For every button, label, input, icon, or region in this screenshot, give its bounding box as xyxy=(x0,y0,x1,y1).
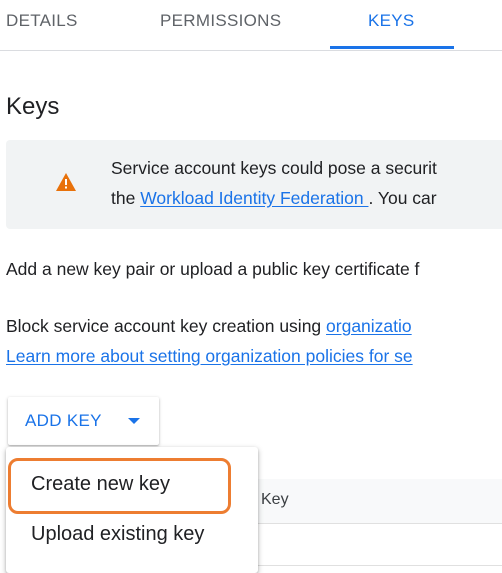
keys-table-header: Key xyxy=(240,479,502,524)
banner-text-line1: Service account keys could pose a securi… xyxy=(111,158,437,178)
active-tab-indicator xyxy=(330,46,454,49)
add-key-menu: Create new key Upload existing key xyxy=(6,447,258,573)
menu-item-label: Create new key xyxy=(31,473,170,495)
block-key-creation-text: Block service account key creation using… xyxy=(6,316,412,337)
service-account-keys-page: DETAILS PERMISSIONS KEYS Keys Service ac… xyxy=(0,0,502,573)
banner-text-prefix: the xyxy=(111,188,141,208)
organization-policy-link[interactable]: organizatio xyxy=(326,316,412,336)
table-divider xyxy=(240,565,502,566)
add-key-description: Add a new key pair or upload a public ke… xyxy=(6,259,420,279)
warning-icon xyxy=(56,173,76,191)
tab-permissions[interactable]: PERMISSIONS xyxy=(160,11,281,31)
key-column-header: Key xyxy=(261,491,289,508)
page-title: Keys xyxy=(6,93,60,120)
caret-down-icon xyxy=(128,418,140,424)
menu-item-upload-existing-key[interactable]: Upload existing key xyxy=(6,512,258,558)
banner-text-line2: the Workload Identity Federation . You c… xyxy=(111,188,437,209)
add-key-button-label: ADD KEY xyxy=(25,411,102,430)
menu-item-create-new-key[interactable]: Create new key xyxy=(6,462,258,508)
workload-identity-federation-link[interactable]: Workload Identity Federation xyxy=(140,188,368,208)
tab-keys[interactable]: KEYS xyxy=(368,11,415,31)
banner-text-suffix: . You car xyxy=(368,188,437,208)
menu-item-label: Upload existing key xyxy=(31,523,205,545)
learn-more-link-text[interactable]: Learn more about setting organization po… xyxy=(6,346,413,366)
tab-bar: DETAILS PERMISSIONS KEYS xyxy=(0,0,502,51)
learn-more-link[interactable]: Learn more about setting organization po… xyxy=(6,346,413,367)
add-key-button[interactable]: ADD KEY xyxy=(8,397,159,445)
block-key-creation-prefix: Block service account key creation using xyxy=(6,316,327,336)
tab-details[interactable]: DETAILS xyxy=(6,11,78,31)
warning-banner: Service account keys could pose a securi… xyxy=(6,140,502,229)
